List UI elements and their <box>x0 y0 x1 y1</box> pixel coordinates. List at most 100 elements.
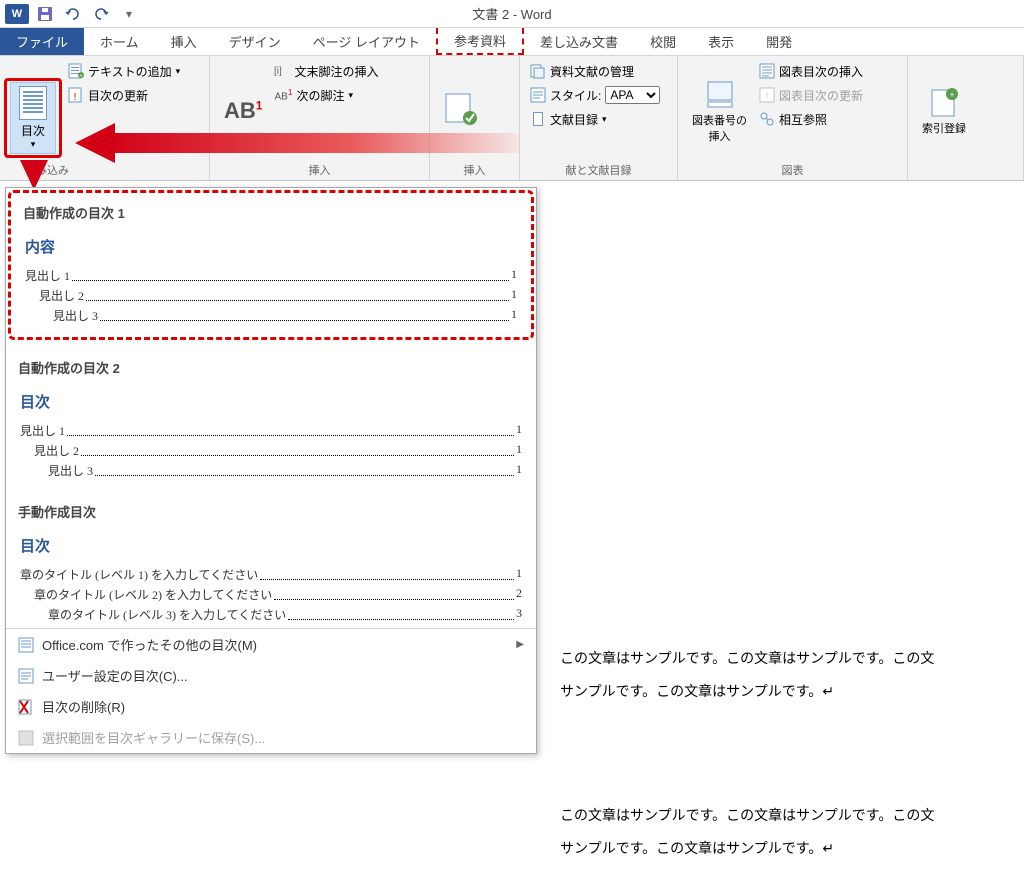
auto-toc-1-title: 自動作成の目次 1 <box>11 193 531 226</box>
tab-design[interactable]: デザイン <box>213 28 297 55</box>
svg-text:+: + <box>80 73 83 79</box>
tab-home[interactable]: ホーム <box>84 28 155 55</box>
toc-dropdown-button[interactable]: 目次 ▾ <box>10 82 56 154</box>
custom-toc-item[interactable]: ユーザー設定の目次(C)... <box>6 660 536 691</box>
tab-review[interactable]: 校閲 <box>634 28 692 55</box>
cross-reference-button[interactable]: 相互参照 <box>755 108 867 130</box>
update-figure-toc-icon: ! <box>759 87 775 103</box>
style-label: スタイル: <box>550 87 601 104</box>
next-footnote-label: 次の脚注 <box>296 87 344 104</box>
endnote-icon: [i] <box>274 63 290 79</box>
office-more-toc-item[interactable]: Office.com で作ったその他の目次(M) ▶ <box>6 629 536 660</box>
insert-caption-button[interactable]: 図表番号の 挿入 <box>684 60 755 162</box>
redo-button[interactable] <box>88 2 114 26</box>
auto-toc-2-heading: 目次 <box>20 391 522 412</box>
toc-line: 見出し 21 <box>20 442 522 459</box>
update-toc-label: 目次の更新 <box>88 87 148 104</box>
manage-sources-label: 資料文献の管理 <box>550 63 634 80</box>
add-text-icon: + <box>68 63 84 79</box>
add-text-button[interactable]: + テキストの追加 ▾ <box>64 60 184 82</box>
manage-sources-icon <box>530 63 546 79</box>
tab-references[interactable]: 参考資料 <box>436 28 524 55</box>
update-figure-toc-button: ! 図表目次の更新 <box>755 84 867 106</box>
undo-button[interactable] <box>60 2 86 26</box>
tab-view[interactable]: 表示 <box>692 28 750 55</box>
manage-sources-button[interactable]: 資料文献の管理 <box>526 60 664 82</box>
tab-file[interactable]: ファイル <box>0 28 84 55</box>
insert-endnote-button[interactable]: [i] 文末脚注の挿入 <box>270 60 382 82</box>
sample-para-3: この文章はサンプルです。この文章はサンプルです。この文 <box>560 802 1004 829</box>
ribbon-group-citations: 資料文献の管理 スタイル: APA 文献目録 ▾ 献と文献目録 <box>520 56 678 180</box>
svg-text:+: + <box>950 90 955 99</box>
custom-toc-label: ユーザー設定の目次(C)... <box>42 666 188 685</box>
style-select[interactable]: APA <box>605 86 660 104</box>
auto-toc-1-highlight: 自動作成の目次 1 内容 見出し 11見出し 21見出し 31 <box>8 190 534 340</box>
save-gallery-icon <box>18 730 34 746</box>
undo-icon <box>64 6 82 22</box>
style-dropdown[interactable]: スタイル: APA <box>526 84 664 106</box>
mark-index-button[interactable]: + 索引登録 <box>914 60 974 162</box>
toc-extra-label: み込み <box>6 162 203 178</box>
tab-layout[interactable]: ページ レイアウト <box>297 28 436 55</box>
toc-line: 見出し 31 <box>25 307 517 324</box>
save-button[interactable] <box>32 2 58 26</box>
sample-para-2: サンプルです。この文章はサンプルです。↵ <box>560 678 1004 707</box>
save-icon <box>37 6 53 22</box>
custom-toc-icon <box>18 668 34 684</box>
add-text-label: テキストの追加 <box>88 63 172 80</box>
toc-gallery-dropdown: 自動作成の目次 1 内容 見出し 11見出し 21見出し 31 自動作成の目次 … <box>5 187 537 754</box>
style-icon <box>530 87 546 103</box>
manual-toc-title: 手動作成目次 <box>6 492 536 525</box>
ribbon: + テキストの追加 ▾ ! 目次の更新 み込み AB1 <box>0 56 1024 181</box>
customize-qat-button[interactable]: ▾ <box>116 2 142 26</box>
update-toc-button[interactable]: ! 目次の更新 <box>64 84 184 106</box>
tab-developer[interactable]: 開発 <box>750 28 808 55</box>
citation-icon <box>444 92 480 128</box>
window-title: 文書 2 - Word <box>472 4 551 23</box>
next-footnote-button[interactable]: AB1 次の脚注 ▾ <box>270 84 382 106</box>
office-more-label: Office.com で作ったその他の目次(M) <box>42 635 257 654</box>
tab-insert[interactable]: 挿入 <box>155 28 213 55</box>
auto-toc-2-title: 自動作成の目次 2 <box>6 348 536 381</box>
toc-line: 章のタイトル (レベル 3) を入力してください3 <box>20 606 522 623</box>
bibliography-button[interactable]: 文献目録 ▾ <box>526 108 664 130</box>
toc-line: 見出し 31 <box>20 462 522 479</box>
title-bar: W ▾ 文書 2 - Word <box>0 0 1024 28</box>
office-icon <box>18 637 34 653</box>
sample-para-1: この文章はサンプルです。この文章はサンプルです。この文 <box>560 645 1004 672</box>
bibliography-icon <box>530 111 546 127</box>
word-app-icon[interactable]: W <box>4 2 30 26</box>
mark-index-label: 索引登録 <box>922 120 966 136</box>
insert-caption-label: 図表番号の 挿入 <box>692 112 747 144</box>
word-logo-icon: W <box>5 4 29 24</box>
toc-line: 章のタイトル (レベル 2) を入力してください2 <box>20 586 522 603</box>
toc-line: 見出し 11 <box>20 422 522 439</box>
mark-index-icon: + <box>928 86 960 118</box>
footnotes-group-label: 挿入 <box>216 162 423 178</box>
remove-toc-item[interactable]: 目次の削除(R) <box>6 691 536 722</box>
update-figure-toc-label: 図表目次の更新 <box>779 87 863 104</box>
save-gallery-item: 選択範囲を目次ギャラリーに保存(S)... <box>6 722 536 753</box>
auto-toc-1-preview[interactable]: 内容 見出し 11見出し 21見出し 31 <box>11 226 531 337</box>
endnote-label: 文末脚注の挿入 <box>294 63 378 80</box>
svg-text:[i]: [i] <box>274 66 282 77</box>
toc-line: 章のタイトル (レベル 1) を入力してください1 <box>20 566 522 583</box>
insert-figure-toc-label: 図表目次の挿入 <box>779 63 863 80</box>
xref-label: 相互参照 <box>779 111 827 128</box>
update-toc-icon: ! <box>68 87 84 103</box>
submenu-arrow-icon: ▶ <box>516 639 524 650</box>
manual-toc-heading: 目次 <box>20 535 522 556</box>
document-area[interactable]: この文章はサンプルです。この文章はサンプルです。この文 サンプルです。この文章は… <box>540 205 1024 887</box>
remove-toc-icon <box>18 699 34 715</box>
toc-button-label: 目次 <box>21 122 45 139</box>
tab-mailings[interactable]: 差し込み文書 <box>524 28 634 55</box>
dropdown-footer: Office.com で作ったその他の目次(M) ▶ ユーザー設定の目次(C).… <box>6 628 536 753</box>
citations-group-label: 献と文献目録 <box>526 162 671 178</box>
manual-toc-preview[interactable]: 目次 章のタイトル (レベル 1) を入力してください1 章のタイトル (レベル … <box>6 525 536 628</box>
insert-citation-button[interactable] <box>436 60 488 162</box>
auto-toc-2-preview[interactable]: 目次 見出し 11 見出し 21 見出し 31 <box>6 381 536 492</box>
insert-footnote-button[interactable]: AB1 <box>216 60 270 162</box>
insert-figure-toc-button[interactable]: 図表目次の挿入 <box>755 60 867 82</box>
insert-group-label: 挿入 <box>436 162 513 178</box>
svg-text:!: ! <box>766 91 769 101</box>
